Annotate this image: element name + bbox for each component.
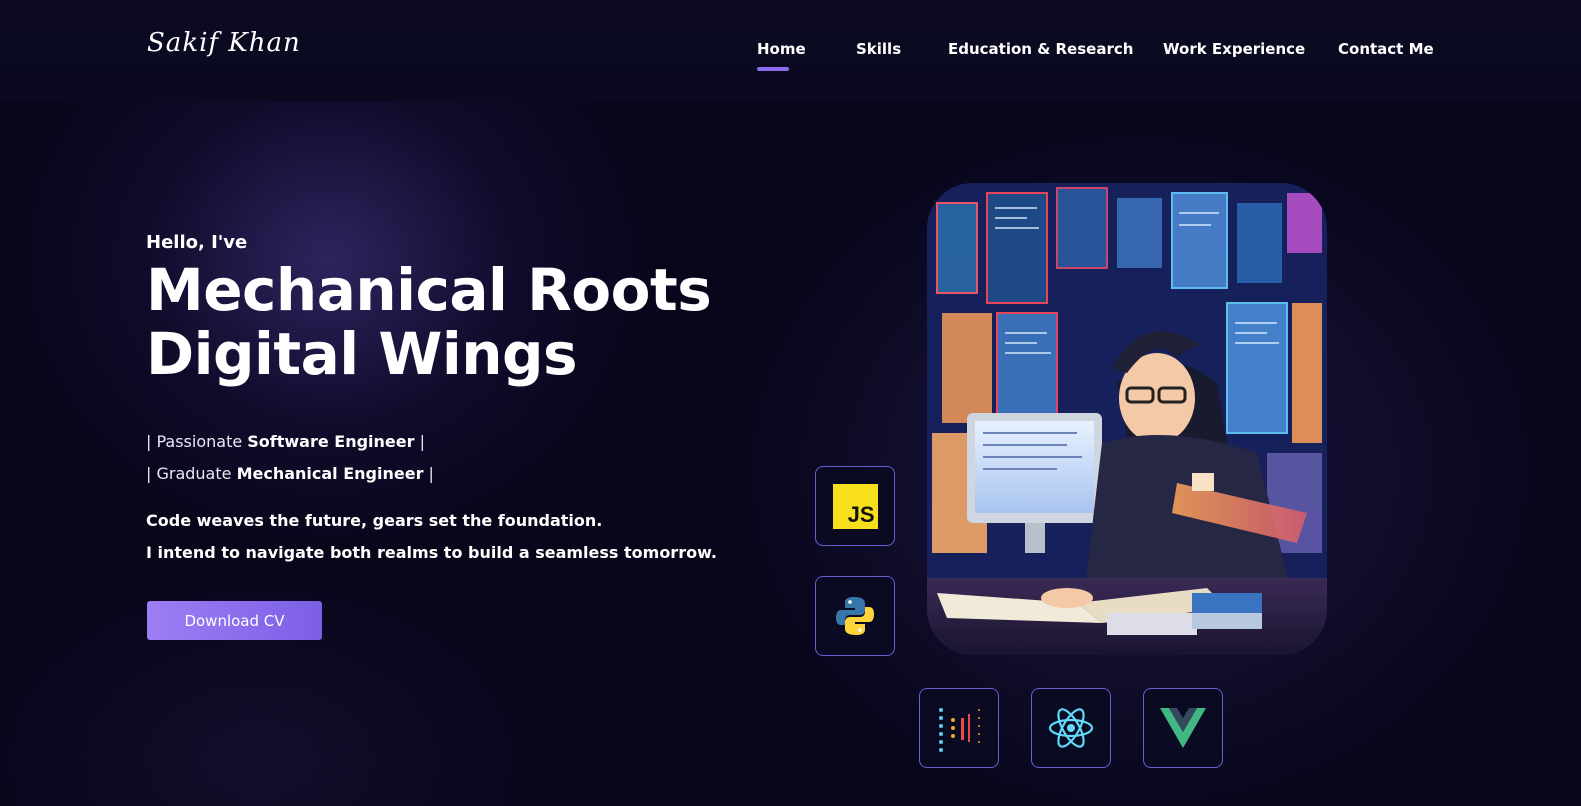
role-mechanical-prefix: | Graduate: [146, 464, 237, 483]
tagline-1: Code weaves the future, gears set the fo…: [146, 511, 603, 530]
portfolio-page: Sakif Khan Home Skills Education & Resea…: [0, 0, 1581, 806]
download-cv-button[interactable]: Download CV: [147, 601, 322, 640]
javascript-icon-label: JS: [847, 501, 875, 527]
role-mechanical-title: Mechanical Engineer: [236, 464, 424, 483]
hero-illustration: [927, 183, 1327, 655]
role-software-title: Software Engineer: [247, 432, 415, 451]
nav-work-experience[interactable]: Work Experience: [1163, 40, 1305, 58]
role-software-prefix: | Passionate: [146, 432, 248, 451]
hero-title-line1: Mechanical Roots: [146, 256, 712, 324]
role-software-suffix: |: [414, 432, 426, 451]
main-nav: Home Skills Education & Research Work Ex…: [0, 40, 1581, 74]
hero-title: Mechanical Roots Digital Wings: [146, 256, 712, 388]
vue-icon: [1160, 708, 1206, 748]
role-software: | Passionate Software Engineer |: [146, 432, 425, 451]
nav-contact-me[interactable]: Contact Me: [1338, 40, 1434, 58]
tech-data-viz[interactable]: [919, 688, 999, 768]
nav-home[interactable]: Home: [757, 40, 806, 58]
react-icon: [1048, 708, 1094, 748]
nav-education-research[interactable]: Education & Research: [948, 40, 1133, 58]
tagline-2: I intend to navigate both realms to buil…: [146, 543, 717, 562]
coder-illustration: [927, 183, 1327, 655]
hero-title-line2: Digital Wings: [146, 320, 578, 388]
tech-vue[interactable]: [1143, 688, 1223, 768]
javascript-icon: JS: [832, 483, 878, 529]
tech-javascript[interactable]: JS: [815, 466, 895, 546]
tech-react[interactable]: [1031, 688, 1111, 768]
nav-skills[interactable]: Skills: [856, 40, 901, 58]
role-mechanical: | Graduate Mechanical Engineer |: [146, 464, 434, 483]
hero-greeting: Hello, I've: [146, 232, 248, 253]
data-viz-icon: [939, 708, 980, 752]
site-header: Sakif Khan Home Skills Education & Resea…: [0, 0, 1581, 102]
role-mechanical-suffix: |: [423, 464, 434, 483]
python-icon: [836, 597, 874, 635]
active-nav-indicator: [757, 67, 789, 71]
tech-python[interactable]: [815, 576, 895, 656]
